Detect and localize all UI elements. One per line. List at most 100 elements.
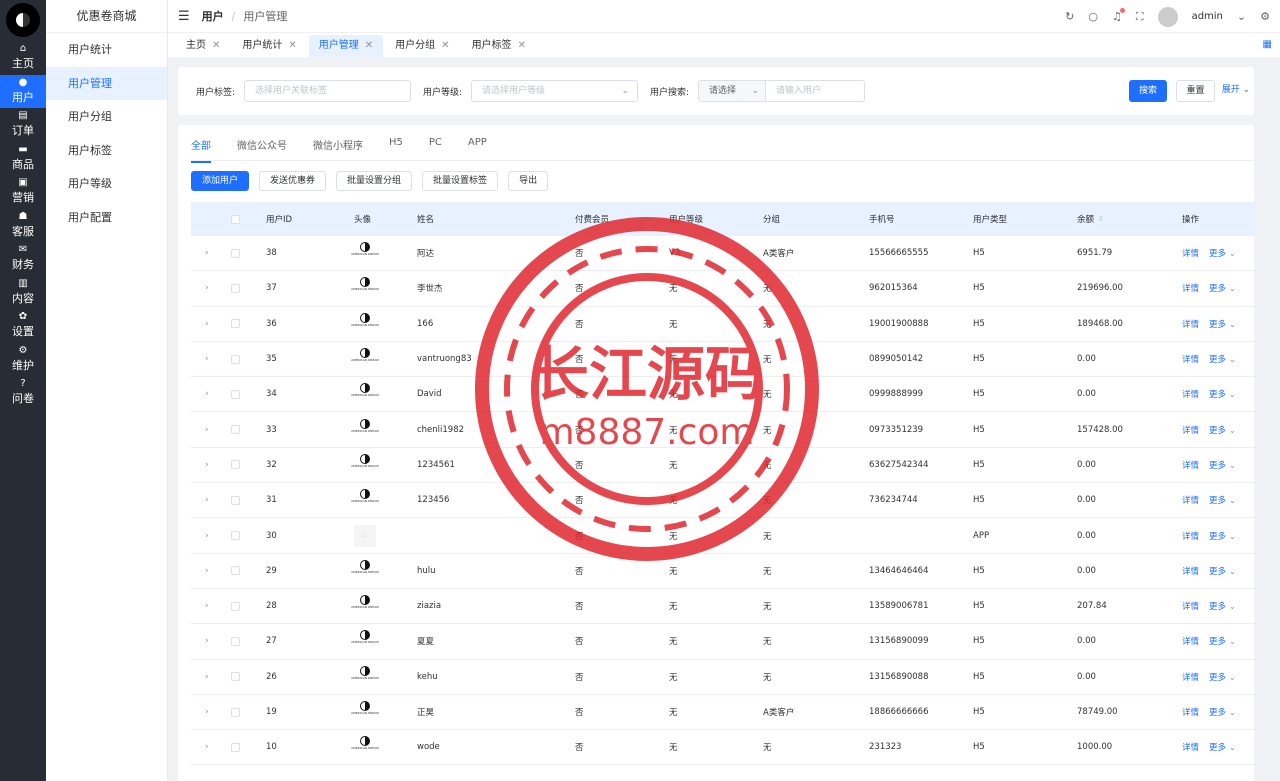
- more-dropdown[interactable]: 更多 ⌄: [1209, 282, 1236, 294]
- more-dropdown[interactable]: 更多 ⌄: [1209, 494, 1236, 506]
- expand-row-icon[interactable]: ›: [205, 307, 209, 341]
- more-dropdown[interactable]: 更多 ⌄: [1209, 530, 1236, 542]
- table-row[interactable]: › ▫ 30 否 无 无 APP 0.00 详情 更多 ⌄: [191, 518, 1256, 554]
- select-all-checkbox[interactable]: [231, 214, 240, 224]
- row-checkbox[interactable]: [231, 248, 240, 258]
- tag-filter-input[interactable]: 选择用户关联标签: [244, 80, 411, 102]
- table-row[interactable]: › AMERICAN DREAM 36 166 否 无 无 19001900888 H5 1894…: [191, 307, 1256, 342]
- detail-link[interactable]: 详情: [1182, 741, 1199, 753]
- expand-row-icon[interactable]: ›: [205, 518, 209, 552]
- search-icon[interactable]: ○: [1088, 10, 1098, 23]
- detail-link[interactable]: 详情: [1182, 318, 1199, 330]
- row-checkbox[interactable]: [231, 425, 240, 435]
- more-dropdown[interactable]: 更多 ⌄: [1209, 459, 1236, 471]
- table-row[interactable]: › AMERICAN DREAM 19 正昊 否 无 A类客户 18866666666 H5 78…: [191, 695, 1256, 731]
- row-checkbox[interactable]: [231, 672, 240, 682]
- expand-row-icon[interactable]: ›: [205, 589, 209, 623]
- expand-filters-button[interactable]: 展开 ⌄: [1220, 80, 1252, 102]
- table-row[interactable]: › AMERICAN DREAM 38 阿达 否 V3 A类客户 15566665555 H5 6…: [191, 236, 1256, 272]
- expand-row-icon[interactable]: ›: [205, 695, 209, 729]
- table-row[interactable]: › AMERICAN DREAM 37 李世杰 否 无 无 962015364 H5 219696…: [191, 271, 1256, 307]
- row-checkbox[interactable]: [231, 742, 240, 752]
- expand-row-icon[interactable]: ›: [205, 554, 209, 588]
- detail-link[interactable]: 详情: [1182, 600, 1199, 612]
- tabs-menu-icon[interactable]: ▦: [1263, 39, 1272, 50]
- rail-item-5[interactable]: ☗ 客服: [0, 209, 46, 243]
- close-icon[interactable]: ✕: [365, 40, 373, 51]
- detail-link[interactable]: 详情: [1182, 706, 1199, 718]
- action-button-1[interactable]: 发送优惠券: [259, 171, 327, 191]
- submenu-item-5[interactable]: 用户配置: [46, 201, 167, 235]
- more-dropdown[interactable]: 更多 ⌄: [1209, 318, 1236, 330]
- page-tab-2[interactable]: 用户管理 ✕: [308, 35, 384, 57]
- row-checkbox[interactable]: [231, 283, 240, 293]
- table-row[interactable]: › AMERICAN DREAM 32 1234561 否 无 无 63627542344 H5…: [191, 448, 1256, 484]
- detail-link[interactable]: 详情: [1182, 247, 1199, 259]
- rail-item-8[interactable]: ✿ 设置: [0, 309, 46, 343]
- hamburger-menu-icon[interactable]: ☰: [178, 9, 190, 24]
- rail-item-10[interactable]: ? 问卷: [0, 376, 46, 410]
- more-dropdown[interactable]: 更多 ⌄: [1209, 424, 1236, 436]
- rail-item-6[interactable]: ✉ 财务: [0, 242, 46, 276]
- rail-item-3[interactable]: ▬ 商品: [0, 142, 46, 176]
- more-dropdown[interactable]: 更多 ⌄: [1209, 706, 1236, 718]
- expand-row-icon[interactable]: ›: [205, 236, 209, 270]
- rail-item-9[interactable]: ⚙ 维护: [0, 343, 46, 377]
- close-icon[interactable]: ✕: [288, 40, 296, 51]
- rail-item-7[interactable]: ▥ 内容: [0, 276, 46, 310]
- more-dropdown[interactable]: 更多 ⌄: [1209, 635, 1236, 647]
- page-tab-1[interactable]: 用户统计 ✕: [232, 35, 306, 57]
- reset-button[interactable]: 重置: [1176, 80, 1215, 102]
- notification-bell-icon[interactable]: ♫: [1112, 8, 1125, 23]
- expand-row-icon[interactable]: ›: [205, 483, 209, 517]
- user-search-input[interactable]: 请输入用户: [765, 80, 865, 102]
- action-button-2[interactable]: 批量设置分组: [336, 171, 413, 191]
- username-label[interactable]: admin: [1192, 11, 1223, 22]
- row-checkbox[interactable]: [231, 389, 240, 399]
- action-button-0[interactable]: 添加用户: [191, 171, 250, 191]
- page-tab-4[interactable]: 用户标签 ✕: [462, 35, 536, 57]
- row-checkbox[interactable]: [231, 601, 240, 611]
- submenu-item-1[interactable]: 用户管理: [46, 66, 167, 100]
- search-button[interactable]: 搜索: [1129, 80, 1167, 102]
- table-row[interactable]: › AMERICAN DREAM 31 123456 否 无 无 736234744 H5 0.0…: [191, 483, 1256, 519]
- detail-link[interactable]: 详情: [1182, 635, 1199, 647]
- submenu-item-3[interactable]: 用户标签: [46, 134, 167, 168]
- close-icon[interactable]: ✕: [212, 40, 220, 51]
- table-row[interactable]: › AMERICAN DREAM 26 kehu 否 无 无 13156890088 H5 0.0…: [191, 660, 1256, 695]
- detail-link[interactable]: 详情: [1182, 494, 1199, 506]
- page-tab-3[interactable]: 用户分组 ✕: [385, 35, 459, 57]
- more-dropdown[interactable]: 更多 ⌄: [1209, 565, 1236, 577]
- more-dropdown[interactable]: 更多 ⌄: [1209, 741, 1236, 753]
- more-dropdown[interactable]: 更多 ⌄: [1209, 388, 1236, 400]
- more-dropdown[interactable]: 更多 ⌄: [1209, 247, 1236, 259]
- detail-link[interactable]: 详情: [1182, 459, 1199, 471]
- detail-link[interactable]: 详情: [1182, 282, 1199, 294]
- close-icon[interactable]: ✕: [518, 40, 526, 51]
- table-row[interactable]: › AMERICAN DREAM 33 chenli1982 否 无 无 0973351239…: [191, 412, 1256, 448]
- row-checkbox[interactable]: [231, 354, 240, 364]
- detail-link[interactable]: 详情: [1182, 671, 1199, 683]
- table-row[interactable]: › AMERICAN DREAM 10 wode 否 无 无 231323 H5 1000.00 详…: [191, 730, 1256, 766]
- submenu-item-2[interactable]: 用户分组: [46, 100, 167, 134]
- action-button-3[interactable]: 批量设置标签: [422, 171, 499, 191]
- row-checkbox[interactable]: [231, 319, 240, 329]
- expand-row-icon[interactable]: ›: [205, 448, 209, 482]
- page-tab-0[interactable]: 主页 ✕: [176, 35, 230, 57]
- chevron-down-icon[interactable]: ⌄: [1237, 10, 1246, 23]
- table-row[interactable]: › AMERICAN DREAM 35 vantruong83 否 无 无 089905014…: [191, 342, 1256, 378]
- expand-row-icon[interactable]: ›: [205, 377, 209, 411]
- row-checkbox[interactable]: [231, 636, 240, 646]
- table-row[interactable]: › AMERICAN DREAM 27 夏夏 否 无 无 13156890099 H5 0.00 详…: [191, 624, 1256, 660]
- expand-row-icon[interactable]: ›: [205, 730, 209, 764]
- table-row[interactable]: › AMERICAN DREAM 29 hulu 否 无 无 13464646464 H5 0.0…: [191, 554, 1256, 589]
- action-button-4[interactable]: 导出: [508, 171, 549, 191]
- more-dropdown[interactable]: 更多 ⌄: [1209, 600, 1236, 612]
- expand-row-icon[interactable]: ›: [205, 660, 209, 694]
- expand-row-icon[interactable]: ›: [205, 342, 209, 376]
- breadcrumb-parent[interactable]: 用户: [202, 8, 224, 24]
- more-dropdown[interactable]: 更多 ⌄: [1209, 353, 1236, 365]
- more-dropdown[interactable]: 更多 ⌄: [1209, 671, 1236, 683]
- rail-item-2[interactable]: ▤ 订单: [0, 108, 46, 142]
- detail-link[interactable]: 详情: [1182, 388, 1199, 400]
